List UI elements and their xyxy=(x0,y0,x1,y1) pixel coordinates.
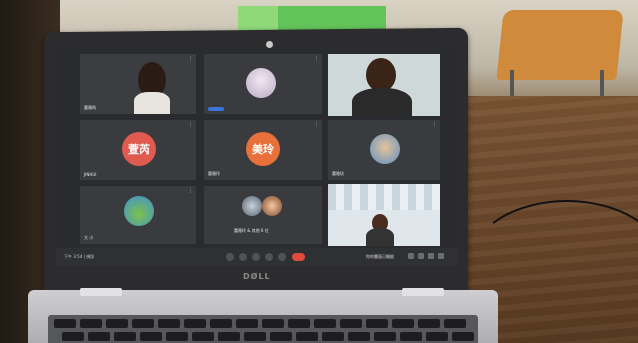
participant-tile[interactable]: 大 小 ⋮ xyxy=(80,186,196,244)
participant-name: 大 小 xyxy=(84,235,94,240)
pin-icon[interactable]: ⋮ xyxy=(432,122,437,128)
participant-shirt xyxy=(134,92,170,114)
keyboard-key xyxy=(340,319,362,328)
keyboard-key xyxy=(54,319,76,328)
participant-shirt xyxy=(352,88,412,116)
brand-logo: DØLL xyxy=(243,272,271,281)
keyboard-key xyxy=(106,319,128,328)
presentation-content xyxy=(328,184,440,210)
keyboard-key xyxy=(426,332,448,341)
laptop-hinge xyxy=(80,288,122,296)
microphone-icon[interactable] xyxy=(226,253,234,261)
keyboard-key xyxy=(288,319,310,328)
activities-icon[interactable] xyxy=(438,253,444,259)
keyboard-key xyxy=(62,332,84,341)
participant-avatar xyxy=(262,196,282,216)
participant-name: 蕾雅昀 xyxy=(84,105,96,110)
participant-name: JINHUI xyxy=(84,172,97,177)
status-text: 你的畫面已開啟 xyxy=(366,254,394,259)
keyboard-key xyxy=(218,332,240,341)
people-icon[interactable] xyxy=(418,253,424,259)
keyboard-key xyxy=(262,319,284,328)
laptop-keyboard xyxy=(48,315,478,343)
keyboard-key xyxy=(322,332,344,341)
participant-avatar xyxy=(370,134,400,164)
participant-name: 蕾雅玲 & 其他 6 位 xyxy=(234,228,269,233)
photo-scene: 蕾雅昀 ⋮ ⋮ ⋮ 萱芮 JINHUI ⋮ 美玲 蕾雅玲 ⋮ 蕾雅玫 ⋮ 大 小… xyxy=(0,0,638,343)
keyboard-key xyxy=(452,332,474,341)
name-avatar: 美玲 xyxy=(246,132,280,166)
keyboard-key xyxy=(444,319,466,328)
chat-icon[interactable] xyxy=(428,253,434,259)
keyboard-key xyxy=(270,332,292,341)
keyboard-key xyxy=(366,319,388,328)
keyboard-key xyxy=(374,332,396,341)
keyboard-key xyxy=(296,332,318,341)
keyboard-key xyxy=(314,319,336,328)
participant-tile[interactable]: 蕾雅玲 & 其他 6 位 xyxy=(204,186,322,244)
keyboard-key xyxy=(400,332,422,341)
participant-shirt xyxy=(366,228,394,246)
name-avatar: 萱芮 xyxy=(122,132,156,166)
speaking-indicator xyxy=(208,107,224,111)
participant-tile[interactable] xyxy=(328,184,440,246)
end-call-button[interactable] xyxy=(292,253,305,261)
keyboard-key xyxy=(192,332,214,341)
laptop-hinge xyxy=(402,288,444,296)
hand-raise-icon[interactable] xyxy=(252,253,260,261)
webcam xyxy=(266,41,273,48)
participant-name: 蕾雅玲 xyxy=(208,171,220,176)
participant-face xyxy=(366,58,396,92)
keyboard-key xyxy=(348,332,370,341)
keyboard-key xyxy=(166,332,188,341)
keyboard-key xyxy=(80,319,102,328)
keyboard-key xyxy=(244,332,266,341)
keyboard-key xyxy=(158,319,180,328)
camera-icon[interactable] xyxy=(239,253,247,261)
keyboard-key xyxy=(114,332,136,341)
keyboard-key xyxy=(88,332,110,341)
meeting-control-bar: 下午 3:54 | 視訊 你的畫面已開啟 xyxy=(56,248,458,266)
participant-avatar xyxy=(242,196,262,216)
pin-icon[interactable]: ⋮ xyxy=(188,188,193,194)
pin-icon[interactable]: ⋮ xyxy=(314,122,319,128)
more-options-icon[interactable] xyxy=(278,253,286,261)
pin-icon[interactable]: ⋮ xyxy=(188,122,193,128)
participant-name: 蕾雅玫 xyxy=(332,171,344,176)
keyboard-key xyxy=(184,319,206,328)
keyboard-key xyxy=(140,332,162,341)
participant-tile[interactable]: 蕾雅昀 ⋮ xyxy=(80,54,196,114)
participant-avatar xyxy=(124,196,154,226)
pin-icon[interactable]: ⋮ xyxy=(188,56,193,62)
pin-icon[interactable]: ⋮ xyxy=(432,56,437,62)
participant-tile[interactable]: 美玲 蕾雅玲 ⋮ xyxy=(204,120,322,180)
participant-tile[interactable]: 蕾雅玫 ⋮ xyxy=(328,120,440,180)
keyboard-key xyxy=(132,319,154,328)
background-chair xyxy=(496,10,624,80)
pin-icon[interactable]: ⋮ xyxy=(314,56,319,62)
meeting-time: 下午 3:54 | 視訊 xyxy=(64,254,95,259)
laptop-screen: 蕾雅昀 ⋮ ⋮ ⋮ 萱芮 JINHUI ⋮ 美玲 蕾雅玲 ⋮ 蕾雅玫 ⋮ 大 小… xyxy=(56,48,458,266)
participant-tile[interactable]: 萱芮 JINHUI ⋮ xyxy=(80,120,196,180)
participant-avatar xyxy=(246,68,276,98)
keyboard-key xyxy=(418,319,440,328)
keyboard-key xyxy=(392,319,414,328)
participant-tile[interactable]: ⋮ xyxy=(328,54,440,116)
participant-tile[interactable]: ⋮ xyxy=(204,54,322,114)
keyboard-key xyxy=(210,319,232,328)
present-screen-icon[interactable] xyxy=(265,253,273,261)
info-icon[interactable] xyxy=(408,253,414,259)
keyboard-key xyxy=(236,319,258,328)
